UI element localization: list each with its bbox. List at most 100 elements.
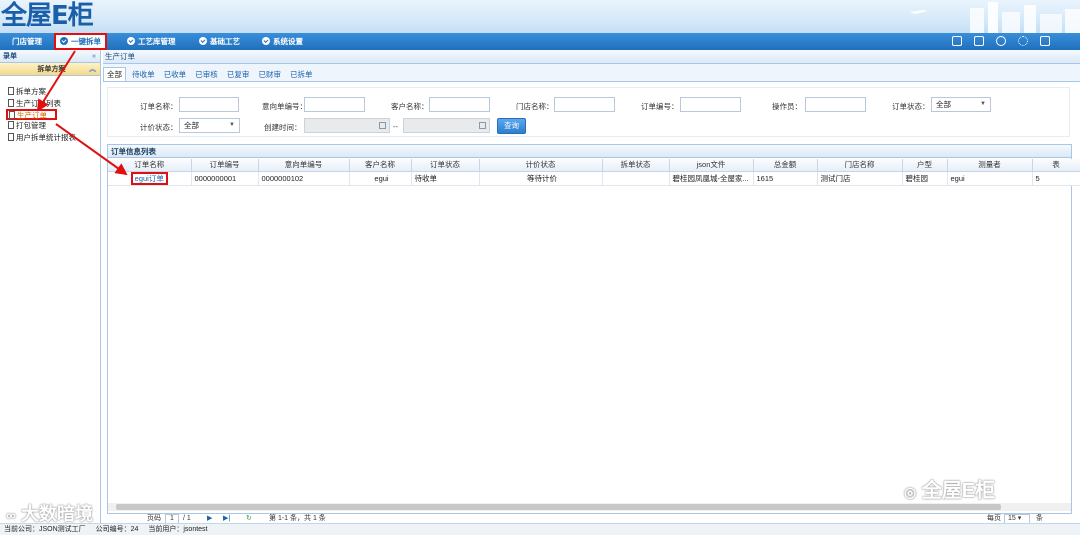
col-order-no[interactable]: 订单编号 [191,159,259,172]
horizontal-scrollbar[interactable] [108,503,1071,511]
grid-title: 订单信息列表 [108,145,1071,158]
sidebar-title: 录单 « [0,50,100,63]
cell-house-type: 碧桂园 [902,171,948,186]
order-table: 订单名称 订单编号 意向单编号 客户名称 订单状态 计价状态 拆单状态 json… [108,159,1080,186]
wechat-icon: ◎ [904,484,917,500]
cell-customer: egui [349,171,412,186]
date-separator: -- [393,122,398,131]
cell-extra: 5 [1032,171,1080,186]
store-input[interactable] [554,97,615,112]
check-circle-icon [127,37,135,45]
cell-store: 测试门店 [817,171,903,186]
operator-label: 操作员： [772,102,802,111]
created-end-date[interactable] [403,118,490,133]
col-customer[interactable]: 客户名称 [349,159,412,172]
col-json-file[interactable]: json文件 [669,159,754,172]
gear-icon[interactable] [1017,36,1028,46]
created-time-label: 创建时间： [264,123,302,132]
cell-json-file[interactable]: 碧桂园凤凰城-全屋家... [669,171,754,186]
app-logo: 全屋E柜 [1,1,94,31]
tab-reviewed[interactable]: 已审核 [192,68,221,82]
col-store[interactable]: 门店名称 [817,159,903,172]
check-circle-icon [199,37,207,45]
cell-order-no: 0000000001 [191,171,259,186]
operator-input[interactable] [805,97,866,112]
col-price-status[interactable]: 计价状态 [479,159,603,172]
sidebar: 录单 « 拆单方案 ︽ 拆单方案 生产订单列表 生产订单 打包管理 用户拆单统计报表 [0,50,101,523]
col-measurer[interactable]: 测量者 [947,159,1033,172]
company-number: 公司编号：24 [95,526,139,533]
document-icon [8,121,14,129]
user-icon[interactable] [995,36,1006,46]
col-order-status[interactable]: 订单状态 [411,159,480,172]
nav-store-management[interactable]: 门店管理 [12,33,42,50]
chevron-down-icon: ▼ [229,122,235,128]
tab-split[interactable]: 已拆单 [287,68,316,82]
city-skyline-decoration [910,2,1080,33]
customer-input[interactable] [429,97,490,112]
calendar-icon[interactable] [379,122,386,129]
home-icon[interactable] [951,36,962,46]
nav-one-key-split[interactable]: 一键拆单 [54,33,107,50]
cell-order-status: 待收单 [411,171,480,186]
cell-total-amount: 1615 [753,171,818,186]
order-grid: 订单信息列表 订单名称 订单编号 意向单编号 客户名称 订单状态 计价状态 拆单… [107,144,1080,514]
price-status-select[interactable]: 全部 ▼ [179,118,240,133]
tree-item-packing-management[interactable]: 打包管理 [0,120,100,132]
check-circle-icon [262,37,270,45]
chevron-down-icon: ▼ [980,101,986,107]
tab-re-reviewed[interactable]: 已复审 [224,68,253,82]
current-company: 当前公司：JSON测试工厂 [4,526,86,533]
tree-item-production-order-list[interactable]: 生产订单列表 [0,98,100,110]
main-content: 生产订单 全部 待收单 已收单 已审核 已复审 已财审 已拆单 订单名称： 意向… [103,50,1080,524]
exit-icon[interactable] [1040,36,1050,46]
calendar-icon[interactable] [973,36,984,46]
tree-item-production-order[interactable]: 生产订单 [6,109,57,120]
cell-split-status [602,171,670,186]
order-no-input[interactable] [680,97,741,112]
sidebar-section[interactable]: 拆单方案 ︽ [0,63,100,76]
toolbar-icons [942,36,1050,47]
infinity-logo-icon: ∞ [6,507,16,523]
customer-label: 客户名称： [391,102,429,111]
watermark-right: ◎ 全屋E柜 [904,480,996,502]
tree-item-user-split-report[interactable]: 用户拆单统计报表 [0,132,100,144]
order-status-select[interactable]: 全部 ▼ [931,97,991,112]
col-intent-no[interactable]: 意向单编号 [258,159,350,172]
order-name-input[interactable] [179,97,239,112]
col-house-type[interactable]: 户型 [902,159,948,172]
intent-no-input[interactable] [304,97,365,112]
document-icon [9,111,15,119]
app-header: 全屋E柜 [0,0,1080,33]
tree-item-split-plan[interactable]: 拆单方案 [0,86,100,98]
order-name-link[interactable]: egui订单 [130,171,168,184]
col-extra[interactable]: 表 [1032,159,1080,172]
tab-received[interactable]: 已收单 [161,68,190,82]
tab-all[interactable]: 全部 [103,67,126,81]
document-icon [8,98,14,107]
scrollbar-thumb[interactable] [116,504,1001,510]
col-total-amount[interactable]: 总金额 [753,159,818,172]
col-split-status[interactable]: 拆单状态 [602,159,670,172]
calendar-icon[interactable] [479,122,486,129]
search-form: 订单名称： 意向单编号： 客户名称： 门店名称： 订单编号： 操作员： 订单状态… [107,87,1070,137]
breadcrumb: 生产订单 [103,50,1080,64]
cell-measurer: egui [947,171,1033,186]
nav-process-library[interactable]: 工艺库管理 [127,33,176,50]
watermark-left: ∞ 大数暗境 [6,504,93,524]
tab-finance-reviewed[interactable]: 已财审 [255,68,284,82]
chevron-up-icon[interactable]: ︽ [89,63,96,76]
query-button[interactable]: 查询 [497,118,526,134]
price-status-label: 计价状态： [140,123,178,132]
cell-price-status: 等待计价 [479,171,603,186]
order-name-label: 订单名称： [140,102,178,111]
created-start-date[interactable] [304,118,390,133]
nav-system-settings[interactable]: 系统设置 [262,33,303,50]
col-order-name[interactable]: 订单名称 [108,159,192,172]
cell-order-name[interactable]: egui订单 [108,171,192,186]
collapse-icon[interactable]: « [92,50,96,63]
table-row[interactable]: egui订单 0000000001 0000000102 egui 待收单 等待… [108,171,1080,186]
tab-pending-receive[interactable]: 待收单 [129,68,158,82]
check-circle-icon [60,37,68,45]
nav-basic-process[interactable]: 基础工艺 [199,33,240,50]
